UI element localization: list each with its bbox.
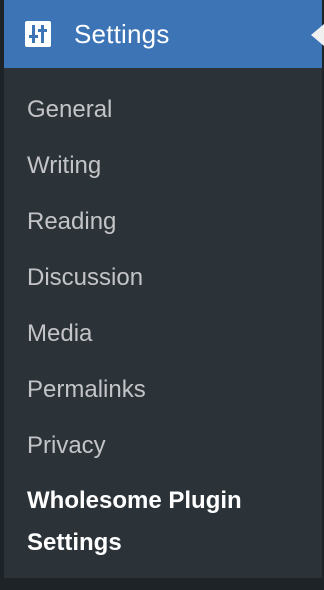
settings-sliders-icon xyxy=(24,20,52,48)
submenu-item-permalinks[interactable]: Permalinks xyxy=(4,362,322,418)
submenu-item-discussion[interactable]: Discussion xyxy=(4,250,322,306)
submenu-item-writing[interactable]: Writing xyxy=(4,138,322,194)
submenu-item-wholesome-plugin-settings[interactable]: Wholesome Plugin Settings xyxy=(4,474,322,564)
settings-submenu: General Writing Reading Discussion Media… xyxy=(4,68,322,564)
submenu-item-media[interactable]: Media xyxy=(4,306,322,362)
submenu-item-privacy[interactable]: Privacy xyxy=(4,418,322,474)
admin-frame: Settings General Writing Reading Discuss… xyxy=(0,0,324,590)
settings-menu-header[interactable]: Settings xyxy=(4,0,324,68)
settings-menu: Settings General Writing Reading Discuss… xyxy=(4,0,324,578)
submenu-item-general[interactable]: General xyxy=(4,82,322,138)
settings-menu-title: Settings xyxy=(74,18,170,49)
current-menu-arrow xyxy=(311,24,324,46)
submenu-item-reading[interactable]: Reading xyxy=(4,194,322,250)
